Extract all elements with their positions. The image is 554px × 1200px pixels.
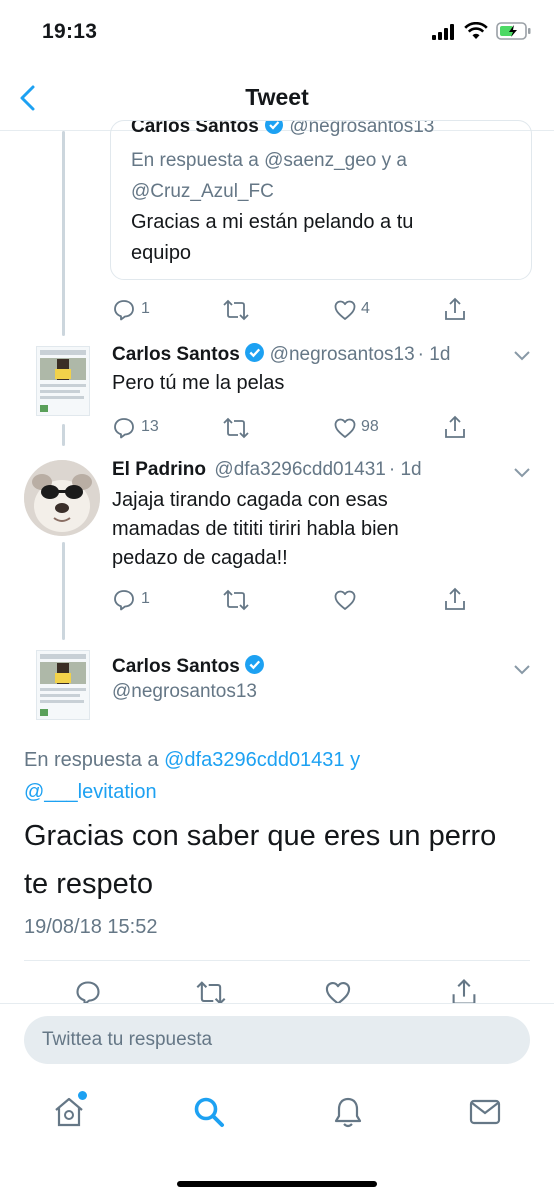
user-handle: @dfa3296cdd01431 (214, 459, 386, 480)
home-indicator (177, 1181, 377, 1187)
chevron-down-icon[interactable] (512, 465, 532, 479)
reply-icon[interactable] (112, 298, 136, 322)
battery-icon (496, 22, 532, 40)
status-bar: 19:13 (0, 0, 554, 66)
user-name[interactable]: Carlos Santos (112, 656, 240, 677)
avatar[interactable] (36, 346, 90, 416)
like-count: 98 (361, 418, 379, 435)
tweet-header: El Padrino @dfa3296cdd01431 · 1d (112, 459, 422, 481)
verified-badge-icon (244, 654, 265, 675)
quoted-tweet-text: Gracias a mi están pelando a tu equipo (131, 211, 414, 264)
tab-messages-icon[interactable] (468, 1097, 502, 1127)
reply-count: 1 (141, 590, 150, 607)
tab-notifications-icon[interactable] (331, 1095, 365, 1129)
quoted-tweet-header: Carlos Santos @negrosantos13 (131, 121, 434, 138)
reply-to-line: En respuesta a @dfa3296cdd01431 y @___le… (24, 749, 361, 803)
reply-icon[interactable] (112, 416, 136, 440)
reply-icon[interactable] (112, 588, 136, 612)
notification-dot (78, 1091, 87, 1100)
tab-home-icon[interactable] (52, 1095, 86, 1129)
action-row: 1 4 (0, 296, 554, 326)
like-icon[interactable] (333, 416, 357, 440)
retweet-icon[interactable] (222, 416, 250, 440)
avatar[interactable] (36, 650, 90, 720)
quoted-reply-to: En respuesta a @saenz_geo y a @Cruz_Azul… (131, 150, 407, 202)
wifi-icon (464, 22, 488, 40)
reply-icon[interactable] (74, 979, 102, 1003)
avatar[interactable] (24, 460, 100, 536)
user-name[interactable]: Carlos Santos (112, 344, 240, 365)
signal-icon (432, 24, 456, 40)
action-row: 1 (0, 586, 554, 616)
user-handle: @negrosantos13 (269, 344, 415, 365)
reply-placeholder: Twittea tu respuesta (42, 1029, 213, 1050)
tweet-time: · 1d (388, 459, 422, 480)
reply-count: 1 (141, 300, 150, 317)
tweet-text: Pero tú me la pelas (112, 372, 285, 394)
tweet-time: · 1d (417, 344, 451, 365)
share-icon[interactable] (450, 977, 478, 1003)
share-icon[interactable] (443, 296, 467, 322)
user-handle: @negrosantos13 (112, 681, 257, 702)
verified-badge-icon (264, 121, 284, 135)
divider (24, 960, 530, 961)
status-time: 19:13 (42, 20, 98, 43)
user-name[interactable]: El Padrino (112, 459, 206, 480)
page-title: Tweet (245, 84, 309, 110)
action-row (0, 975, 554, 1003)
tweet-text: Jajaja tirando cagada con esas mamadas d… (112, 489, 399, 569)
like-icon[interactable] (333, 298, 357, 322)
like-icon[interactable] (324, 979, 352, 1003)
main-tweet-text: Gracias con saber que eres un perro te r… (24, 820, 497, 900)
tweet-timestamp: 19/08/18 15:52 (24, 916, 158, 938)
action-row: 13 98 (0, 414, 554, 444)
like-count: 4 (361, 300, 370, 317)
reply-count: 13 (141, 418, 159, 435)
tweet-header: Carlos Santos (112, 654, 265, 678)
mention-link[interactable]: @dfa3296cdd01431 (164, 749, 344, 771)
retweet-icon[interactable] (222, 298, 250, 322)
tab-search-icon[interactable] (192, 1095, 226, 1129)
chevron-down-icon[interactable] (512, 662, 532, 676)
share-icon[interactable] (443, 586, 467, 612)
verified-badge-icon (244, 342, 265, 363)
like-icon[interactable] (333, 588, 357, 612)
retweet-icon[interactable] (195, 979, 227, 1003)
mention-link[interactable]: @___levitation (24, 781, 157, 803)
retweet-icon[interactable] (222, 588, 250, 612)
quoted-tweet-card[interactable]: Carlos Santos @negrosantos13 En respuest… (110, 120, 532, 280)
tweet-header: Carlos Santos @negrosantos13 · 1d (112, 342, 450, 366)
share-icon[interactable] (443, 414, 467, 440)
chevron-down-icon[interactable] (512, 348, 532, 362)
